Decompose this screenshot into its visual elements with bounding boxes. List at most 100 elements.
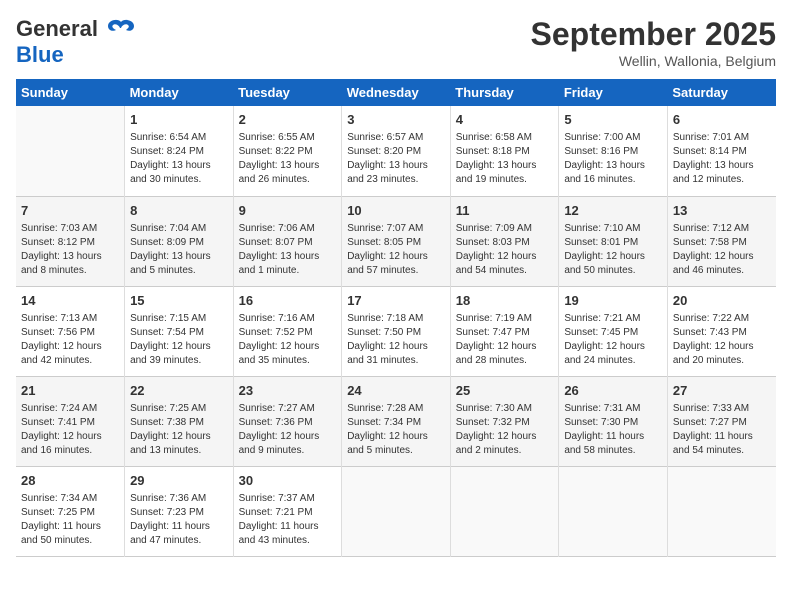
day-number: 10: [347, 202, 445, 220]
week-row-1: 1 Sunrise: 6:54 AMSunset: 8:24 PMDaylight…: [16, 106, 776, 196]
day-number: 6: [673, 111, 771, 129]
day-info: Sunrise: 7:27 AMSunset: 7:36 PMDaylight:…: [239, 402, 337, 458]
header-day-friday: Friday: [559, 79, 668, 106]
day-number: 11: [456, 202, 554, 220]
day-number: 4: [456, 111, 554, 129]
day-info: Sunrise: 7:19 AMSunset: 7:47 PMDaylight:…: [456, 312, 554, 368]
day-info: Sunrise: 7:31 AMSunset: 7:30 PMDaylight:…: [564, 402, 662, 458]
day-number: 1: [130, 111, 228, 129]
header-day-monday: Monday: [125, 79, 234, 106]
location: Wellin, Wallonia, Belgium: [531, 53, 776, 69]
day-info: Sunrise: 7:33 AMSunset: 7:27 PMDaylight:…: [673, 402, 771, 458]
day-cell: 8 Sunrise: 7:04 AMSunset: 8:09 PMDaylight…: [125, 196, 234, 286]
day-cell: 16Sunrise: 7:16 AMSunset: 7:52 PMDayligh…: [233, 286, 342, 376]
calendar-table: SundayMondayTuesdayWednesdayThursdayFrid…: [16, 79, 776, 557]
day-number: 22: [130, 382, 228, 400]
day-info: Sunrise: 6:55 AMSunset: 8:22 PMDaylight:…: [239, 131, 337, 187]
day-cell: 3 Sunrise: 6:57 AMSunset: 8:20 PMDaylight…: [342, 106, 451, 196]
day-info: Sunrise: 7:24 AMSunset: 7:41 PMDaylight:…: [21, 402, 119, 458]
day-info: Sunrise: 7:25 AMSunset: 7:38 PMDaylight:…: [130, 402, 228, 458]
day-cell: [342, 466, 451, 556]
day-cell: 13 Sunrise: 7:12 AMSunset: 7:58 PMDayligh…: [667, 196, 776, 286]
day-cell: 21Sunrise: 7:24 AMSunset: 7:41 PMDayligh…: [16, 376, 125, 466]
logo-bird-icon: [106, 18, 136, 42]
day-number: 2: [239, 111, 337, 129]
day-cell: 30 Sunrise: 7:37 AMSunset: 7:21 PMDayligh…: [233, 466, 342, 556]
day-number: 5: [564, 111, 662, 129]
day-cell: 10 Sunrise: 7:07 AMSunset: 8:05 PMDayligh…: [342, 196, 451, 286]
day-number: 14: [21, 292, 119, 310]
day-cell: [16, 106, 125, 196]
day-info: Sunrise: 7:04 AMSunset: 8:09 PMDaylight:…: [130, 222, 228, 278]
day-number: 3: [347, 111, 445, 129]
day-cell: [450, 466, 559, 556]
header-day-wednesday: Wednesday: [342, 79, 451, 106]
day-info: Sunrise: 7:18 AMSunset: 7:50 PMDaylight:…: [347, 312, 445, 368]
day-cell: 28 Sunrise: 7:34 AMSunset: 7:25 PMDayligh…: [16, 466, 125, 556]
day-info: Sunrise: 7:15 AMSunset: 7:54 PMDaylight:…: [130, 312, 228, 368]
day-cell: 26 Sunrise: 7:31 AMSunset: 7:30 PMDayligh…: [559, 376, 668, 466]
day-number: 12: [564, 202, 662, 220]
week-row-4: 21Sunrise: 7:24 AMSunset: 7:41 PMDayligh…: [16, 376, 776, 466]
day-info: Sunrise: 7:13 AMSunset: 7:56 PMDaylight:…: [21, 312, 119, 368]
day-info: Sunrise: 7:01 AMSunset: 8:14 PMDaylight:…: [673, 131, 771, 187]
day-number: 20: [673, 292, 771, 310]
title-block: September 2025 Wellin, Wallonia, Belgium: [531, 16, 776, 69]
day-info: Sunrise: 7:30 AMSunset: 7:32 PMDaylight:…: [456, 402, 554, 458]
day-number: 7: [21, 202, 119, 220]
day-info: Sunrise: 7:00 AMSunset: 8:16 PMDaylight:…: [564, 131, 662, 187]
day-cell: 14 Sunrise: 7:13 AMSunset: 7:56 PMDayligh…: [16, 286, 125, 376]
day-number: 30: [239, 472, 337, 490]
day-cell: 6 Sunrise: 7:01 AMSunset: 8:14 PMDaylight…: [667, 106, 776, 196]
day-cell: 23 Sunrise: 7:27 AMSunset: 7:36 PMDayligh…: [233, 376, 342, 466]
day-number: 16: [239, 292, 337, 310]
day-number: 18: [456, 292, 554, 310]
week-row-5: 28 Sunrise: 7:34 AMSunset: 7:25 PMDayligh…: [16, 466, 776, 556]
day-number: 26: [564, 382, 662, 400]
day-info: Sunrise: 7:37 AMSunset: 7:21 PMDaylight:…: [239, 492, 337, 548]
month-title: September 2025: [531, 16, 776, 53]
day-cell: 17 Sunrise: 7:18 AMSunset: 7:50 PMDayligh…: [342, 286, 451, 376]
week-row-2: 7 Sunrise: 7:03 AMSunset: 8:12 PMDaylight…: [16, 196, 776, 286]
day-cell: 24 Sunrise: 7:28 AMSunset: 7:34 PMDayligh…: [342, 376, 451, 466]
day-number: 9: [239, 202, 337, 220]
day-number: 29: [130, 472, 228, 490]
day-cell: 19Sunrise: 7:21 AMSunset: 7:45 PMDayligh…: [559, 286, 668, 376]
day-cell: 12Sunrise: 7:10 AMSunset: 8:01 PMDayligh…: [559, 196, 668, 286]
day-info: Sunrise: 7:03 AMSunset: 8:12 PMDaylight:…: [21, 222, 119, 278]
week-row-3: 14 Sunrise: 7:13 AMSunset: 7:56 PMDayligh…: [16, 286, 776, 376]
day-cell: 5 Sunrise: 7:00 AMSunset: 8:16 PMDaylight…: [559, 106, 668, 196]
day-cell: 9Sunrise: 7:06 AMSunset: 8:07 PMDaylight…: [233, 196, 342, 286]
header-day-tuesday: Tuesday: [233, 79, 342, 106]
day-number: 8: [130, 202, 228, 220]
day-cell: 22 Sunrise: 7:25 AMSunset: 7:38 PMDayligh…: [125, 376, 234, 466]
day-number: 15: [130, 292, 228, 310]
day-number: 19: [564, 292, 662, 310]
day-info: Sunrise: 7:36 AMSunset: 7:23 PMDaylight:…: [130, 492, 228, 548]
day-cell: 27 Sunrise: 7:33 AMSunset: 7:27 PMDayligh…: [667, 376, 776, 466]
day-cell: 20Sunrise: 7:22 AMSunset: 7:43 PMDayligh…: [667, 286, 776, 376]
day-info: Sunrise: 6:57 AMSunset: 8:20 PMDaylight:…: [347, 131, 445, 187]
day-number: 24: [347, 382, 445, 400]
day-cell: 4 Sunrise: 6:58 AMSunset: 8:18 PMDaylight…: [450, 106, 559, 196]
day-info: Sunrise: 7:12 AMSunset: 7:58 PMDaylight:…: [673, 222, 771, 278]
day-number: 13: [673, 202, 771, 220]
day-info: Sunrise: 6:58 AMSunset: 8:18 PMDaylight:…: [456, 131, 554, 187]
day-number: 28: [21, 472, 119, 490]
day-number: 17: [347, 292, 445, 310]
day-info: Sunrise: 7:34 AMSunset: 7:25 PMDaylight:…: [21, 492, 119, 548]
day-info: Sunrise: 7:28 AMSunset: 7:34 PMDaylight:…: [347, 402, 445, 458]
header-row: SundayMondayTuesdayWednesdayThursdayFrid…: [16, 79, 776, 106]
day-cell: 15 Sunrise: 7:15 AMSunset: 7:54 PMDayligh…: [125, 286, 234, 376]
day-number: 23: [239, 382, 337, 400]
day-info: Sunrise: 6:54 AMSunset: 8:24 PMDaylight:…: [130, 131, 228, 187]
header-day-saturday: Saturday: [667, 79, 776, 106]
header-day-thursday: Thursday: [450, 79, 559, 106]
day-info: Sunrise: 7:07 AMSunset: 8:05 PMDaylight:…: [347, 222, 445, 278]
logo: General Blue: [16, 16, 136, 69]
day-number: 27: [673, 382, 771, 400]
day-cell: 7 Sunrise: 7:03 AMSunset: 8:12 PMDaylight…: [16, 196, 125, 286]
header-day-sunday: Sunday: [16, 79, 125, 106]
day-cell: [667, 466, 776, 556]
day-cell: 2 Sunrise: 6:55 AMSunset: 8:22 PMDaylight…: [233, 106, 342, 196]
